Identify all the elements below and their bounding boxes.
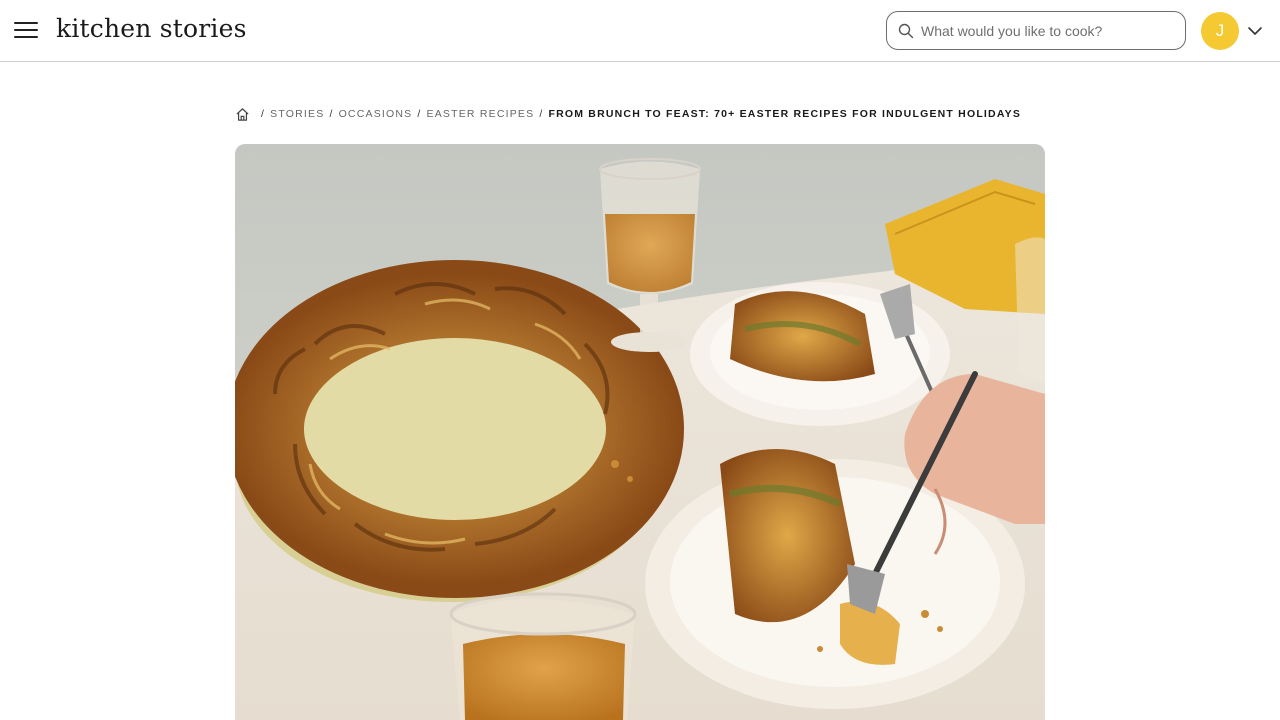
site-header: kitchen stories J	[0, 0, 1280, 62]
search-input[interactable]	[921, 20, 1171, 42]
chevron-down-icon[interactable]	[1247, 23, 1263, 39]
site-logo[interactable]: kitchen stories	[56, 14, 247, 43]
breadcrumb-separator: /	[329, 108, 334, 120]
breadcrumb-separator: /	[539, 108, 544, 120]
search-icon	[898, 23, 914, 39]
breadcrumb-link-easter-recipes[interactable]: EASTER RECIPES	[427, 108, 535, 120]
hero-photo-illustration	[235, 144, 1045, 720]
hero-image	[235, 144, 1045, 720]
breadcrumb: / STORIES / OCCASIONS / EASTER RECIPES /…	[235, 106, 1021, 122]
breadcrumb-separator: /	[417, 108, 422, 120]
breadcrumb-link-stories[interactable]: STORIES	[270, 108, 324, 120]
breadcrumb-current: FROM BRUNCH TO FEAST: 70+ EASTER RECIPES…	[548, 108, 1022, 120]
search-box[interactable]	[886, 11, 1186, 50]
breadcrumb-separator: /	[261, 108, 266, 120]
hamburger-menu-icon[interactable]	[14, 20, 38, 40]
breadcrumb-link-occasions[interactable]: OCCASIONS	[339, 108, 413, 120]
home-icon[interactable]	[235, 107, 250, 122]
avatar[interactable]: J	[1201, 12, 1239, 50]
